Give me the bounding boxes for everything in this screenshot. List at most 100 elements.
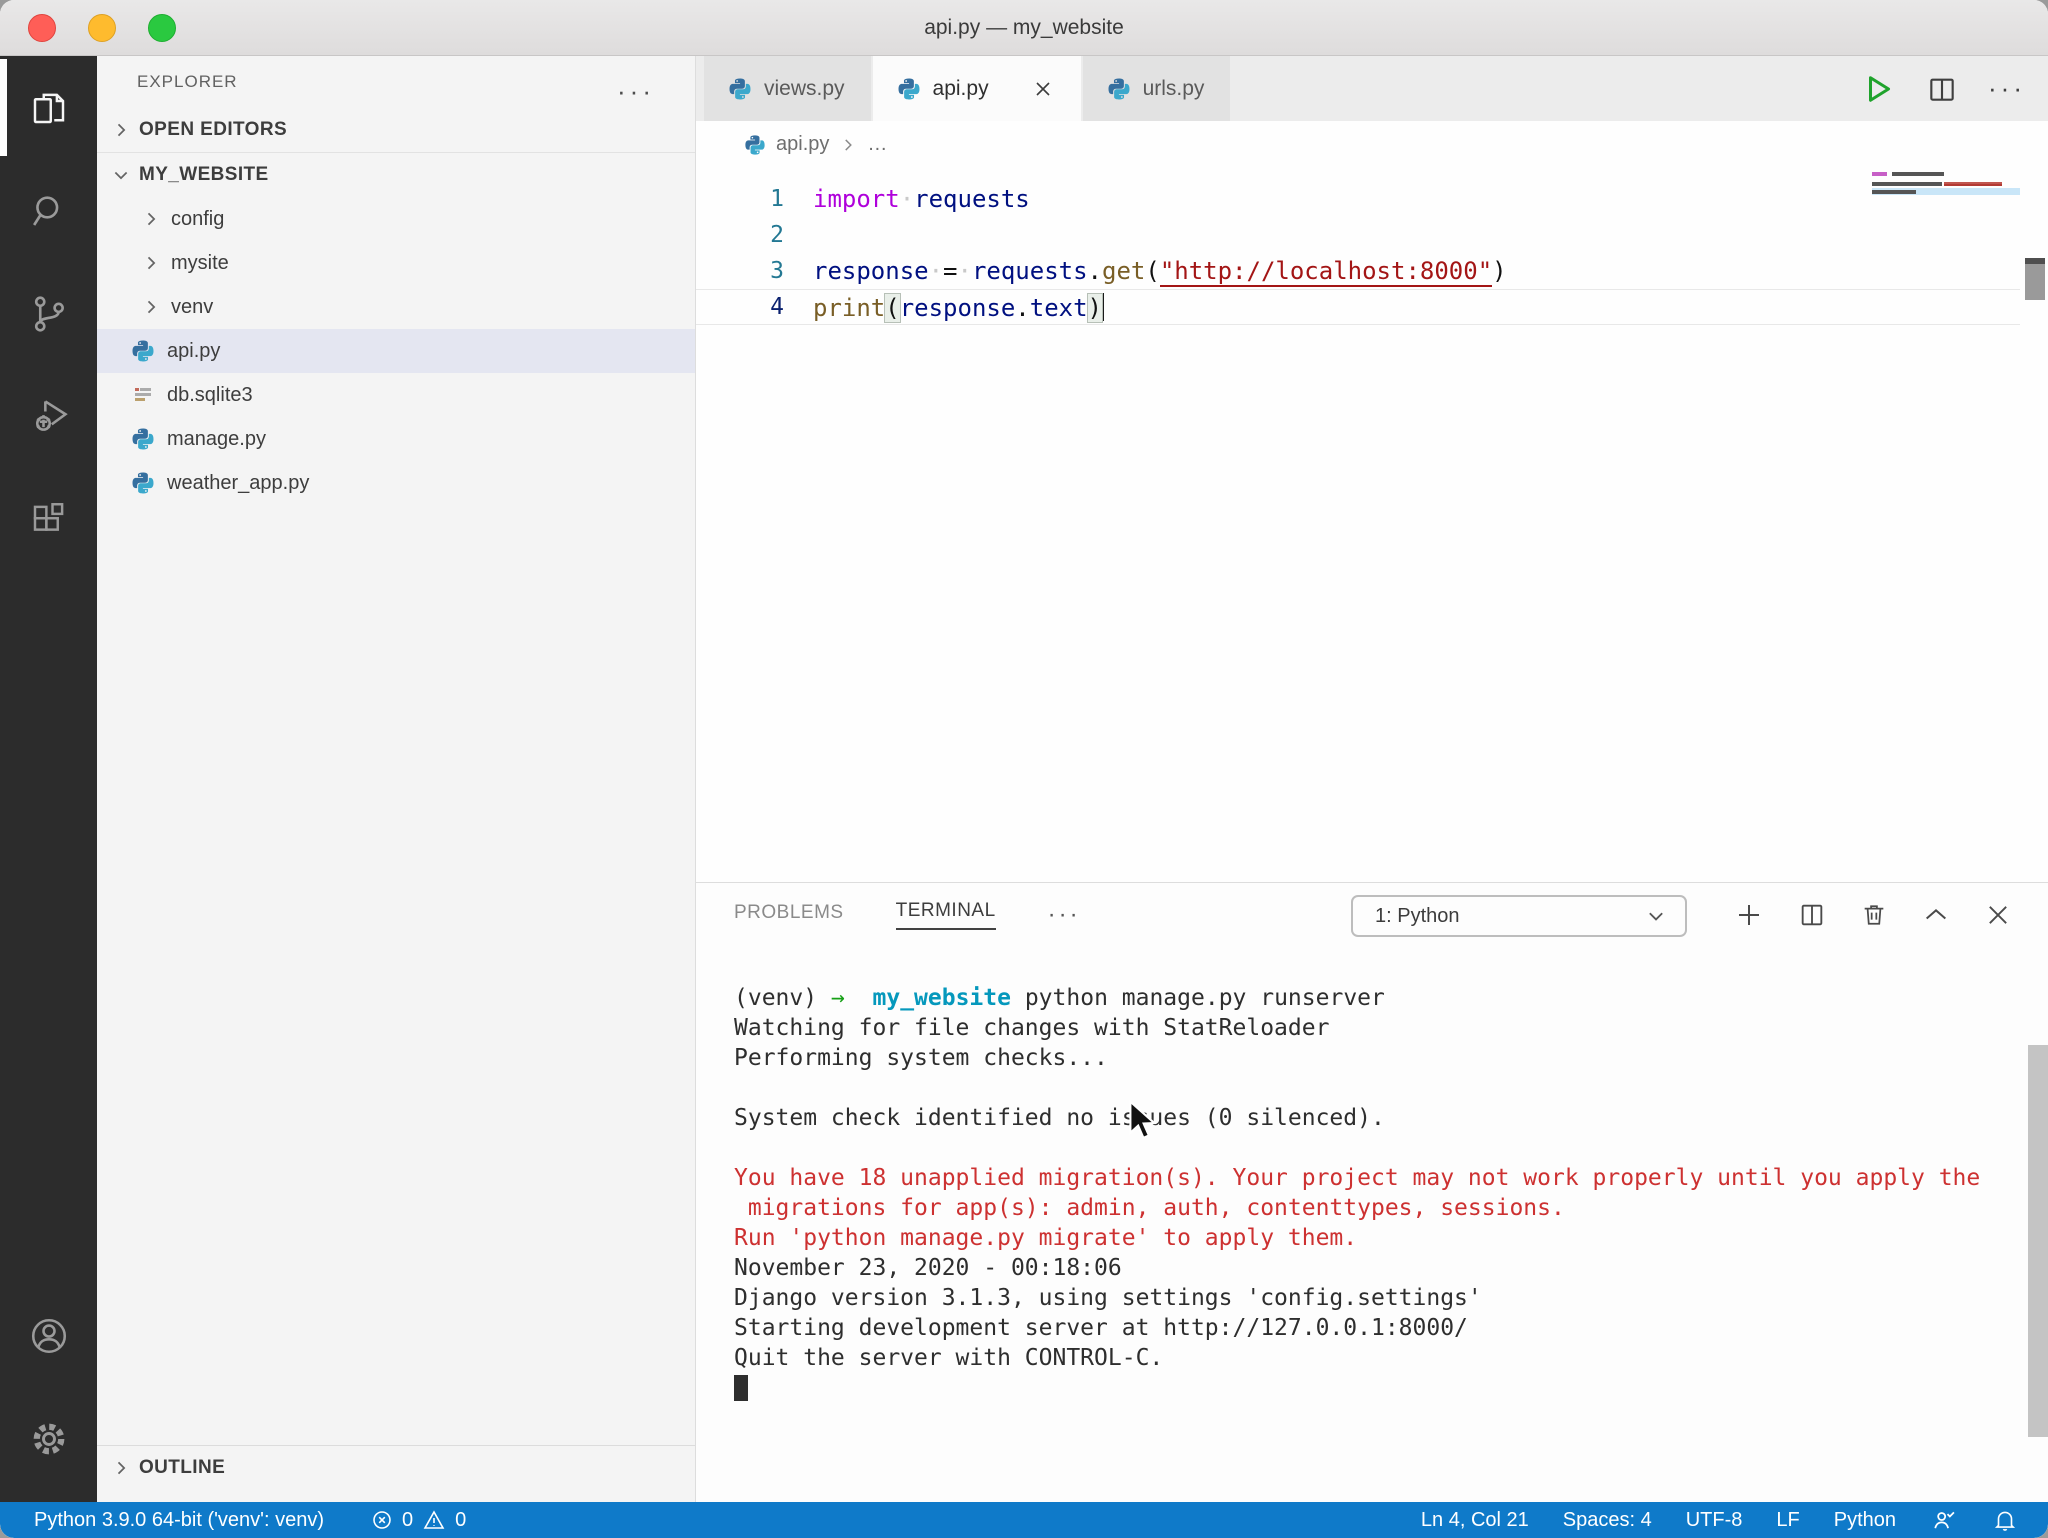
sidebar-title: EXPLORER — [137, 72, 238, 92]
title-bar[interactable]: api.py — my_website — [0, 0, 2048, 56]
status-lf[interactable]: LF — [1776, 1509, 1799, 1532]
run-debug-icon[interactable] — [0, 365, 97, 468]
code-line-2[interactable]: 2 — [696, 217, 2020, 253]
tree-item-api.py[interactable]: api.py — [97, 329, 695, 373]
chevron-right-icon — [839, 136, 857, 154]
extensions-icon[interactable] — [0, 468, 97, 571]
files-icon — [28, 87, 70, 129]
terminal-line: Run 'python manage.py migrate' to apply … — [734, 1223, 2028, 1253]
close-tab-icon[interactable] — [1031, 77, 1055, 101]
split-editor-icon[interactable] — [1926, 73, 1958, 105]
code-line-4[interactable]: 4print(response.text) — [696, 289, 2020, 325]
bottom-panel: PROBLEMS TERMINAL ··· 1: Python — [696, 882, 2048, 1502]
tree-item-venv[interactable]: venv — [97, 285, 695, 329]
breadcrumb[interactable]: api.py … — [696, 121, 2048, 168]
split-terminal-icon[interactable] — [1798, 901, 1826, 929]
python-file-icon — [131, 427, 155, 451]
tree-item-weather_app.py[interactable]: weather_app.py — [97, 461, 695, 505]
tree-item-label: api.py — [167, 340, 220, 363]
terminal-scrollbar[interactable] — [2028, 1045, 2048, 1437]
status-utf-8[interactable]: UTF-8 — [1686, 1509, 1743, 1532]
minimize-window-button[interactable] — [88, 14, 116, 42]
explorer-sidebar: EXPLORER ··· OPEN EDITORS MY_WEBSITE con… — [97, 56, 696, 1502]
open-editors-label: OPEN EDITORS — [139, 119, 287, 141]
feedback-icon[interactable] — [1930, 1506, 1958, 1534]
code-editor[interactable]: 1import·requests23response·=·requests.ge… — [696, 168, 2048, 882]
tab-views.py[interactable]: views.py — [704, 56, 871, 121]
python-file-icon — [131, 471, 155, 495]
terminal-select[interactable]: 1: Python — [1351, 895, 1687, 937]
terminal-line: You have 18 unapplied migration(s). Your… — [734, 1163, 2028, 1193]
account-icon[interactable] — [0, 1284, 97, 1387]
panel-tab-terminal[interactable]: TERMINAL — [896, 900, 996, 930]
new-terminal-icon[interactable] — [1734, 900, 1764, 930]
chevron-right-icon — [111, 1458, 131, 1478]
python-interpreter-status[interactable]: Python 3.9.0 64-bit ('venv': venv) — [34, 1509, 324, 1532]
terminal-line: migrations for app(s): admin, auth, cont… — [734, 1193, 2028, 1223]
outline-label: OUTLINE — [139, 1457, 225, 1479]
kill-terminal-icon[interactable] — [1860, 901, 1888, 929]
error-icon — [370, 1508, 394, 1532]
editor-scrollbar[interactable] — [2025, 258, 2045, 300]
code-line-text: response·=·requests.get("http://localhos… — [796, 257, 1507, 285]
close-window-button[interactable] — [28, 14, 56, 42]
python-file-icon — [131, 339, 155, 363]
tab-urls.py[interactable]: urls.py — [1083, 56, 1231, 121]
open-editors-section[interactable]: OPEN EDITORS — [97, 108, 695, 152]
line-number: 3 — [696, 258, 796, 284]
text-caret — [1102, 293, 1104, 321]
tab-bar: views.pyapi.pyurls.py ··· — [696, 56, 2048, 121]
database-file-icon — [131, 383, 155, 407]
python-file-icon — [1107, 77, 1131, 101]
search-icon[interactable] — [0, 159, 97, 262]
tree-item-mysite[interactable]: mysite — [97, 241, 695, 285]
tree-item-manage.py[interactable]: manage.py — [97, 417, 695, 461]
notifications-bell-icon[interactable] — [1992, 1507, 2018, 1533]
tree-item-config[interactable]: config — [97, 197, 695, 241]
explorer-actions-icon[interactable]: ··· — [617, 76, 655, 107]
tree-item-db.sqlite3[interactable]: db.sqlite3 — [97, 373, 695, 417]
breadcrumb-file[interactable]: api.py — [776, 133, 829, 156]
zoom-window-button[interactable] — [148, 14, 176, 42]
run-file-button[interactable] — [1860, 71, 1896, 107]
terminal-output[interactable]: (venv) → my_website python manage.py run… — [734, 947, 2028, 1502]
tree-item-label: weather_app.py — [167, 472, 309, 495]
vscode-window: api.py — my_website — [0, 0, 2048, 1538]
activity-bar — [0, 56, 97, 1502]
panel-tab-problems[interactable]: PROBLEMS — [734, 902, 844, 928]
source-control-icon[interactable] — [0, 262, 97, 365]
file-tree: config mysitevenv api.py db.sqlite3manage.p… — [97, 197, 695, 505]
problems-status[interactable]: 0 0 — [370, 1508, 466, 1532]
tab-api.py[interactable]: api.py — [873, 56, 1081, 121]
settings-gear-icon[interactable] — [0, 1387, 97, 1490]
terminal-line: Watching for file changes with StatReloa… — [734, 1013, 2028, 1043]
status-spaces-4[interactable]: Spaces: 4 — [1563, 1509, 1652, 1532]
status-ln-4-col-21[interactable]: Ln 4, Col 21 — [1421, 1509, 1529, 1532]
terminal-line: Starting development server at http://12… — [734, 1313, 2028, 1343]
workspace-folder-section[interactable]: MY_WEBSITE — [97, 153, 695, 197]
terminal-cursor — [734, 1375, 748, 1401]
more-actions-icon[interactable]: ··· — [1988, 73, 2026, 104]
chevron-right-icon — [141, 253, 161, 273]
terminal-line: November 23, 2020 - 00:18:06 — [734, 1253, 2028, 1283]
code-line-text: import·requests — [796, 185, 1030, 213]
explorer-icon[interactable] — [0, 56, 97, 159]
python-file-icon — [728, 77, 752, 101]
status-python[interactable]: Python — [1834, 1509, 1896, 1532]
panel-more-actions-icon[interactable]: ··· — [1048, 901, 1081, 929]
breadcrumb-more[interactable]: … — [867, 133, 887, 156]
workspace-folder-label: MY_WEBSITE — [139, 164, 269, 186]
outline-section[interactable]: OUTLINE — [97, 1446, 695, 1490]
terminal-line: Django version 3.1.3, using settings 'co… — [734, 1283, 2028, 1313]
line-number: 4 — [696, 294, 796, 320]
warning-count: 0 — [455, 1509, 466, 1532]
tree-item-label: config — [171, 208, 224, 231]
terminal-line: Performing system checks... — [734, 1043, 2028, 1073]
line-number: 1 — [696, 186, 796, 212]
code-line-3[interactable]: 3response·=·requests.get("http://localho… — [696, 253, 2020, 289]
close-panel-icon[interactable] — [1984, 901, 2012, 929]
minimap[interactable] — [1872, 170, 2020, 290]
python-file-icon — [897, 77, 921, 101]
code-line-1[interactable]: 1import·requests — [696, 181, 2020, 217]
maximize-panel-icon[interactable] — [1922, 901, 1950, 929]
